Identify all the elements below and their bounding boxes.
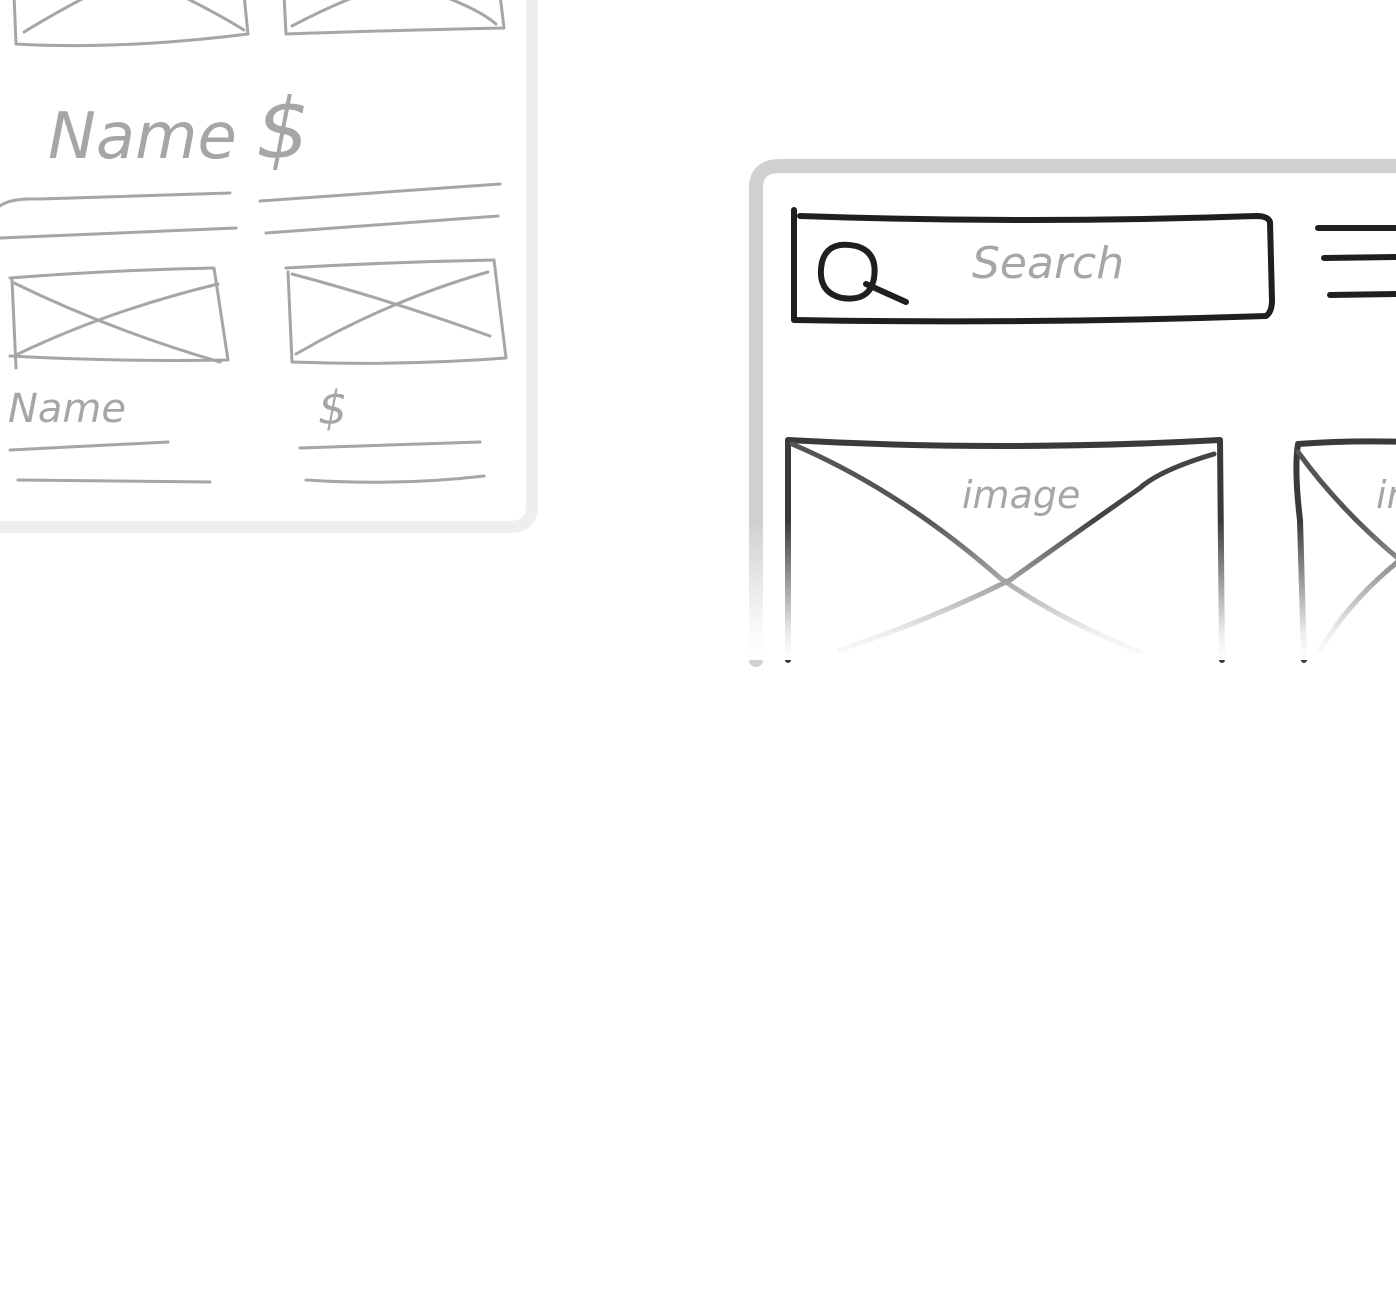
back-text-lines-large [0,182,502,240]
search-bar[interactable]: Search [791,207,1275,325]
back-top-image-placeholder-right [282,0,506,36]
product-card-image-1[interactable]: image [785,437,1225,663]
back-image-placeholder-right [284,258,508,365]
menu-icon[interactable] [1315,225,1396,298]
back-product-name-large: Name [48,100,237,174]
back-product-price-large: $ [256,80,309,178]
back-top-image-placeholder-left [12,0,250,48]
back-product-price-small: $ [318,381,347,435]
back-text-lines-small [8,440,486,484]
wireframe-canvas: Name $ Name $ Search image i [0,0,1396,667]
back-product-name-small: Name [8,386,126,432]
back-phone-screen: Name $ Name $ [0,0,538,533]
product-card-image-label-2: image [1376,473,1396,517]
product-card-image-label-1: image [962,473,1080,517]
back-image-placeholder-left [8,266,230,370]
product-card-image-2[interactable]: image [1293,438,1396,663]
search-input[interactable]: Search [972,238,1124,289]
front-phone-screen: Search image image [749,159,1396,667]
search-icon [818,241,909,305]
